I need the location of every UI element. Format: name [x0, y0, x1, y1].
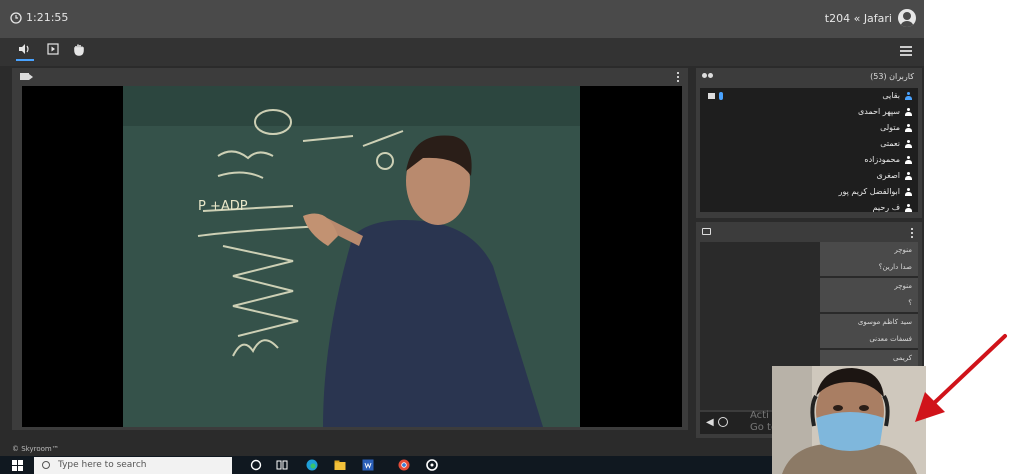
list-item[interactable]: سپهر احمدی [700, 104, 918, 120]
play-icon[interactable] [44, 43, 62, 61]
user-name: متولی [880, 123, 900, 132]
message-sender: کریمی [892, 354, 912, 362]
user-name: ابوالفضل کریم پور [838, 187, 900, 196]
video-camera-icon [20, 73, 33, 80]
top-bar: 1:21:55 t204 « Jafari [0, 0, 924, 38]
message-sender: سید کاظم موسوی [857, 318, 912, 326]
message-sender: منوچر [894, 246, 912, 254]
camera-icon [708, 93, 715, 99]
video-panel: P +ADP [12, 68, 688, 430]
file-explorer-icon[interactable] [334, 459, 346, 471]
list-item[interactable]: ابوالفضل کریم پور [700, 184, 918, 200]
timer-text: 1:21:55 [26, 11, 69, 24]
user-menu[interactable]: t204 « Jafari [825, 9, 916, 27]
list-item[interactable]: نعمتی [700, 136, 918, 152]
message-text: ؟ [908, 299, 912, 307]
user-list: بقایی سپهر احمدی متولی نعمتی محمودزاده ا… [700, 88, 918, 212]
list-item[interactable]: متولی [700, 120, 918, 136]
users-panel-title: کاربران (53) [870, 72, 914, 81]
avatar-icon[interactable] [898, 9, 916, 27]
message-sender: منوچر [894, 282, 912, 290]
edge-browser-icon[interactable] [306, 459, 318, 471]
emoji-icon[interactable] [718, 417, 728, 427]
chat-message: منوچر ؟ [820, 278, 918, 312]
message-text: صدا دارین؟ [878, 263, 912, 271]
person-icon [905, 140, 912, 148]
user-name: بقایی [882, 91, 900, 100]
list-item[interactable]: بقایی [700, 88, 918, 104]
webcam-overlay [772, 366, 926, 474]
chat-message: منوچر صدا دارین؟ [820, 242, 918, 276]
send-icon[interactable]: ◀ [706, 417, 714, 428]
chat-icon [702, 228, 711, 235]
session-timer: 1:21:55 [10, 11, 68, 24]
user-name: سپهر احمدی [857, 107, 900, 116]
task-view-icon[interactable] [276, 459, 288, 471]
taskbar-search-input[interactable]: Type here to search [34, 457, 232, 474]
classroom-video-frame: P +ADP [123, 86, 580, 427]
media-status [708, 92, 723, 100]
microphone-icon [719, 92, 723, 100]
red-arrow-annotation [915, 334, 1007, 422]
windows-start-icon[interactable] [12, 460, 23, 471]
search-placeholder: Type here to search [58, 460, 147, 470]
users-panel: کاربران (53) بقایی سپهر احمدی متولی نعمت… [696, 68, 922, 218]
person-icon [905, 156, 912, 164]
toolbar [0, 38, 924, 66]
person-icon [905, 172, 912, 180]
hamburger-menu-icon[interactable] [900, 46, 912, 56]
person-icon [905, 92, 912, 100]
chat-options-icon[interactable] [911, 228, 914, 240]
footer-brand: © Skyroom™ [12, 445, 59, 453]
person-icon [905, 108, 912, 116]
person-icon [905, 188, 912, 196]
search-icon [42, 461, 50, 469]
list-item[interactable]: ف رحیم [700, 200, 918, 212]
cortana-icon[interactable] [250, 459, 262, 471]
svg-text:P +ADP: P +ADP [198, 199, 248, 214]
user-name: محمودزاده [864, 155, 900, 164]
video-stream[interactable]: P +ADP [22, 86, 682, 427]
user-name: ف رحیم [872, 203, 900, 212]
user-label: t204 « Jafari [824, 11, 892, 25]
speaker-icon[interactable] [16, 43, 34, 61]
video-options-icon[interactable] [677, 72, 680, 84]
raise-hand-icon[interactable] [70, 43, 88, 61]
clock-icon [10, 11, 22, 24]
user-name: اصغری [876, 171, 900, 180]
list-item[interactable]: محمودزاده [700, 152, 918, 168]
chat-message: سید کاظم موسوی فسفات معدنی [820, 314, 918, 348]
list-item[interactable]: اصغری [700, 168, 918, 184]
person-icon [905, 124, 912, 132]
users-icon [702, 73, 714, 81]
word-icon[interactable] [362, 459, 374, 471]
chrome-icon[interactable] [398, 459, 410, 471]
message-text: فسفات معدنی [869, 335, 912, 343]
app-icon[interactable] [426, 459, 438, 471]
user-name: نعمتی [880, 139, 900, 148]
person-icon [905, 204, 912, 212]
